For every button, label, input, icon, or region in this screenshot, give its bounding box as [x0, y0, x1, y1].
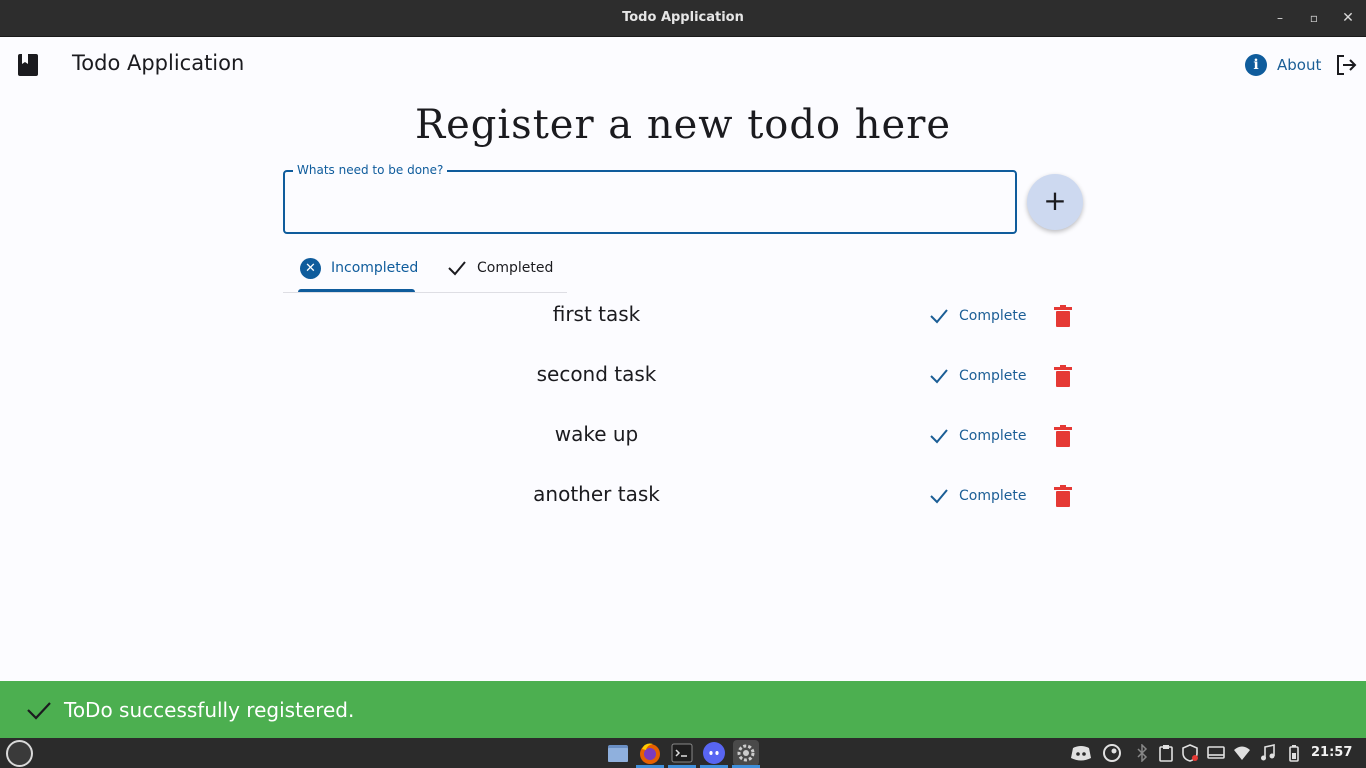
bluetooth-icon[interactable]	[1133, 744, 1151, 762]
music-icon[interactable]	[1259, 744, 1277, 762]
steam-tray-icon[interactable]	[1103, 744, 1121, 762]
add-todo-button[interactable]: +	[1027, 174, 1083, 230]
tab-bar: ✕ Incompleted Completed	[283, 245, 567, 293]
delete-icon[interactable]	[1054, 365, 1072, 387]
complete-label: Complete	[959, 368, 1027, 384]
complete-label: Complete	[959, 488, 1027, 504]
settings-icon[interactable]	[733, 740, 759, 766]
todo-text: second task	[536, 362, 657, 386]
todo-row: second task Complete	[283, 356, 1083, 416]
info-icon: i	[1245, 54, 1267, 76]
check-icon	[448, 261, 466, 276]
maximize-icon[interactable]: ▫	[1304, 8, 1324, 28]
clipboard-icon[interactable]	[1157, 744, 1175, 762]
todo-input-container: Whats need to be done?	[283, 163, 1017, 234]
todo-text: another task	[533, 482, 660, 506]
todo-text: first task	[552, 302, 641, 326]
complete-button[interactable]: Complete	[929, 304, 1026, 328]
minimize-icon[interactable]: –	[1270, 8, 1290, 28]
check-icon	[930, 489, 948, 504]
taskbar: 21:57	[0, 738, 1366, 768]
snackbar-message: ToDo successfully registered.	[64, 698, 355, 722]
todo-row: wake up Complete	[283, 416, 1083, 476]
about-label: About	[1277, 56, 1322, 74]
delete-icon[interactable]	[1054, 305, 1072, 327]
logout-icon[interactable]	[1334, 53, 1358, 77]
complete-label: Complete	[959, 308, 1027, 324]
close-icon[interactable]: ✕	[1338, 8, 1358, 28]
complete-button[interactable]: Complete	[929, 424, 1026, 448]
complete-button[interactable]: Complete	[929, 364, 1026, 388]
todo-row: first task Complete	[283, 296, 1083, 356]
discord-tray-icon[interactable]	[1070, 744, 1092, 762]
book-icon	[18, 54, 38, 76]
discord-icon[interactable]	[701, 740, 727, 766]
complete-button[interactable]: Complete	[929, 484, 1026, 508]
delete-icon[interactable]	[1054, 425, 1072, 447]
tab-indicator	[298, 289, 415, 292]
check-icon	[930, 429, 948, 444]
delete-icon[interactable]	[1054, 485, 1072, 507]
todo-input[interactable]	[295, 190, 1005, 220]
wifi-icon[interactable]	[1233, 744, 1251, 762]
check-icon	[930, 369, 948, 384]
todo-row: another task Complete	[283, 476, 1083, 536]
firefox-icon[interactable]	[637, 740, 663, 766]
tab-incompleted[interactable]: ✕ Incompleted	[300, 245, 418, 291]
check-icon	[27, 702, 51, 720]
battery-icon[interactable]	[1285, 744, 1303, 762]
tab-completed[interactable]: Completed	[447, 245, 553, 291]
complete-label: Complete	[959, 428, 1027, 444]
tab-incompleted-label: Incompleted	[331, 260, 419, 276]
window-titlebar: Todo Application – ▫ ✕	[0, 0, 1366, 37]
cancel-circle-icon: ✕	[300, 257, 321, 279]
start-menu-icon[interactable]	[6, 740, 33, 767]
clock[interactable]: 21:57	[1311, 745, 1352, 760]
app-bar: Todo Application i About	[0, 37, 1366, 93]
about-button[interactable]: i About	[1245, 53, 1321, 77]
display-icon[interactable]	[1207, 744, 1225, 762]
shield-icon[interactable]	[1181, 744, 1199, 762]
tab-completed-label: Completed	[477, 260, 554, 276]
check-icon	[930, 309, 948, 324]
app-title: Todo Application	[72, 51, 245, 75]
page-heading: Register a new todo here	[414, 102, 952, 148]
files-icon[interactable]	[605, 740, 631, 766]
todo-input-label: Whats need to be done?	[293, 163, 448, 177]
terminal-icon[interactable]	[669, 740, 695, 766]
window-title: Todo Application	[622, 10, 744, 25]
todo-text: wake up	[554, 422, 639, 446]
snackbar: ToDo successfully registered.	[0, 681, 1366, 738]
